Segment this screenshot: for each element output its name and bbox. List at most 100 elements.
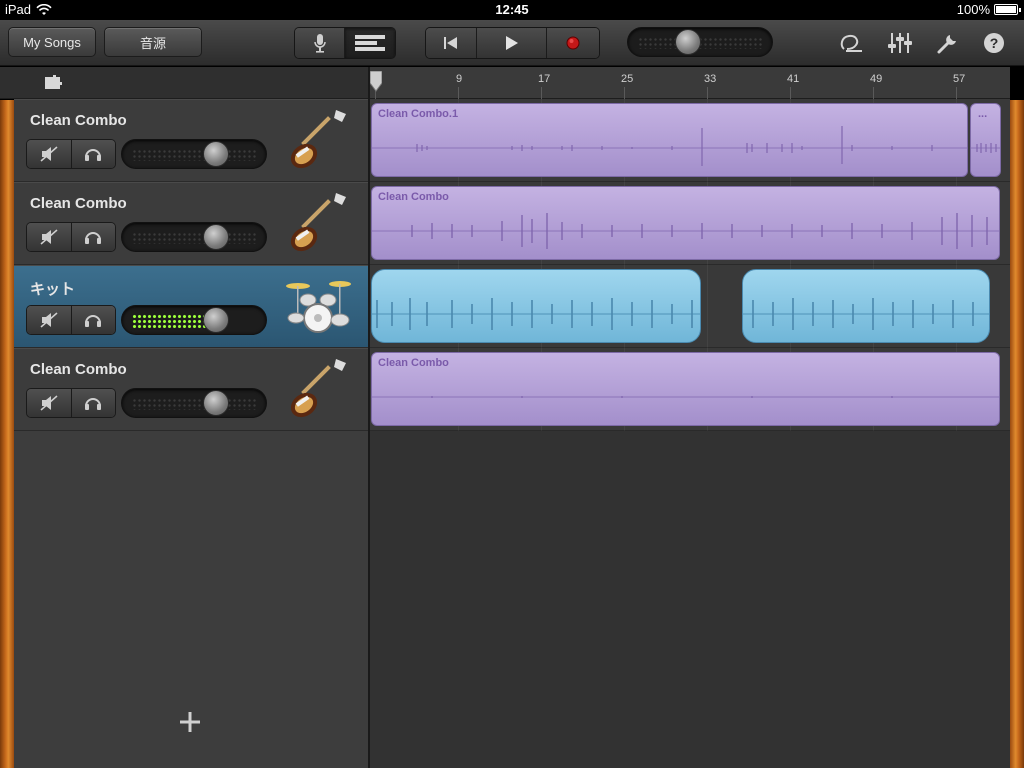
ruler-tick — [873, 87, 874, 99]
drum-kit-icon[interactable] — [284, 274, 352, 340]
view-toggle — [294, 27, 396, 59]
audio-region[interactable]: Clean Combo — [371, 352, 1000, 426]
record-button[interactable] — [546, 28, 599, 58]
track-header-bar — [0, 67, 368, 99]
solo-button[interactable] — [71, 223, 115, 251]
mute-solo-group — [26, 305, 116, 335]
ruler-tick — [624, 87, 625, 99]
skip-back-icon — [443, 36, 459, 50]
volume-track — [132, 398, 256, 410]
my-songs-button[interactable]: My Songs — [8, 27, 96, 57]
timeline-ruler[interactable]: 1 9 17 25 33 41 49 57 — [370, 67, 1010, 99]
headphones-icon — [84, 229, 102, 245]
track-header[interactable]: Clean Combo — [14, 99, 368, 182]
volume-track — [132, 232, 256, 244]
track-volume-slider[interactable] — [121, 139, 267, 169]
volume-knob[interactable] — [203, 307, 229, 333]
transport-controls — [425, 27, 600, 59]
mute-button[interactable] — [27, 306, 72, 334]
mute-button[interactable] — [27, 140, 72, 168]
battery-percent: 100% — [956, 2, 990, 17]
bar-number: 33 — [704, 73, 717, 85]
record-icon — [566, 36, 580, 50]
mute-solo-group — [26, 139, 116, 169]
wrench-icon — [936, 31, 960, 55]
headphones-icon — [84, 146, 102, 162]
go-to-start-button[interactable] — [426, 28, 478, 58]
play-icon — [505, 35, 519, 51]
bar-number: 9 — [456, 73, 463, 85]
track-header[interactable]: Clean Combo — [14, 348, 368, 431]
playhead[interactable] — [370, 71, 382, 93]
microphone-icon — [313, 33, 327, 53]
volume-track — [132, 149, 256, 161]
help-icon: ? — [983, 32, 1005, 54]
drum-waveform — [372, 298, 700, 330]
solo-button[interactable] — [71, 140, 115, 168]
tracks-view-button[interactable] — [345, 28, 395, 58]
toolbar: My Songs 音源 ? — [0, 20, 1024, 66]
mute-button[interactable] — [27, 389, 72, 417]
bar-number: 57 — [953, 73, 966, 85]
bar-number: 17 — [538, 73, 551, 85]
drum-region[interactable] — [742, 269, 990, 343]
waveform — [372, 126, 967, 166]
mute-icon — [40, 229, 58, 245]
battery-icon — [994, 4, 1021, 15]
puzzle-icon[interactable] — [44, 74, 64, 92]
battery: 100% — [956, 2, 1021, 17]
waveform — [971, 143, 1000, 153]
track-volume-slider[interactable] — [121, 222, 267, 252]
drum-region[interactable] — [371, 269, 701, 343]
master-volume-slider[interactable] — [627, 27, 773, 57]
ruler-tick — [707, 87, 708, 99]
loop-button[interactable] — [838, 30, 864, 56]
electric-guitar-icon[interactable] — [284, 108, 352, 174]
track-name: Clean Combo — [30, 361, 127, 378]
solo-button[interactable] — [71, 389, 115, 417]
add-track-button[interactable] — [178, 710, 204, 736]
microphone-view-button[interactable] — [295, 28, 346, 58]
master-volume-knob[interactable] — [675, 29, 701, 55]
headphones-icon — [84, 312, 102, 328]
volume-knob[interactable] — [203, 390, 229, 416]
drum-waveform — [743, 298, 989, 330]
electric-guitar-icon[interactable] — [284, 191, 352, 257]
mixer-icon — [887, 32, 913, 54]
mixer-button[interactable] — [887, 30, 913, 56]
mute-icon — [40, 312, 58, 328]
right-wood-panel — [1010, 100, 1024, 768]
bar-number: 49 — [870, 73, 883, 85]
track-volume-slider[interactable] — [121, 305, 267, 335]
track-header[interactable]: Clean Combo — [14, 182, 368, 265]
left-wood-panel — [0, 100, 14, 768]
play-button[interactable] — [477, 28, 547, 58]
mute-button[interactable] — [27, 223, 72, 251]
mute-solo-group — [26, 222, 116, 252]
audio-region[interactable]: Clean Combo — [371, 186, 1000, 260]
instrument-source-button[interactable]: 音源 — [104, 27, 202, 57]
audio-region[interactable]: ... — [970, 103, 1001, 177]
track-name: Clean Combo — [30, 112, 127, 129]
electric-guitar-icon[interactable] — [284, 357, 352, 423]
solo-button[interactable] — [71, 306, 115, 334]
mute-icon — [40, 146, 58, 162]
help-button[interactable]: ? — [981, 30, 1007, 56]
track-header-selected[interactable]: キット — [14, 265, 368, 348]
audio-region[interactable]: Clean Combo.1 — [371, 103, 968, 177]
ruler-tick — [458, 87, 459, 99]
volume-knob[interactable] — [203, 141, 229, 167]
bar-number: 41 — [787, 73, 800, 85]
track-volume-slider[interactable] — [121, 388, 267, 418]
arrangement-area[interactable]: Clean Combo.1 ... Clean Combo Clean Comb… — [370, 99, 1010, 768]
volume-knob[interactable] — [203, 224, 229, 250]
svg-text:?: ? — [990, 35, 999, 51]
waveform — [372, 213, 999, 249]
settings-button[interactable] — [935, 30, 961, 56]
ruler-tick — [790, 87, 791, 99]
track-name: キット — [30, 281, 76, 298]
mute-solo-group — [26, 388, 116, 418]
ruler-tick — [956, 87, 957, 99]
waveform — [372, 396, 999, 398]
loop-icon — [838, 32, 864, 54]
